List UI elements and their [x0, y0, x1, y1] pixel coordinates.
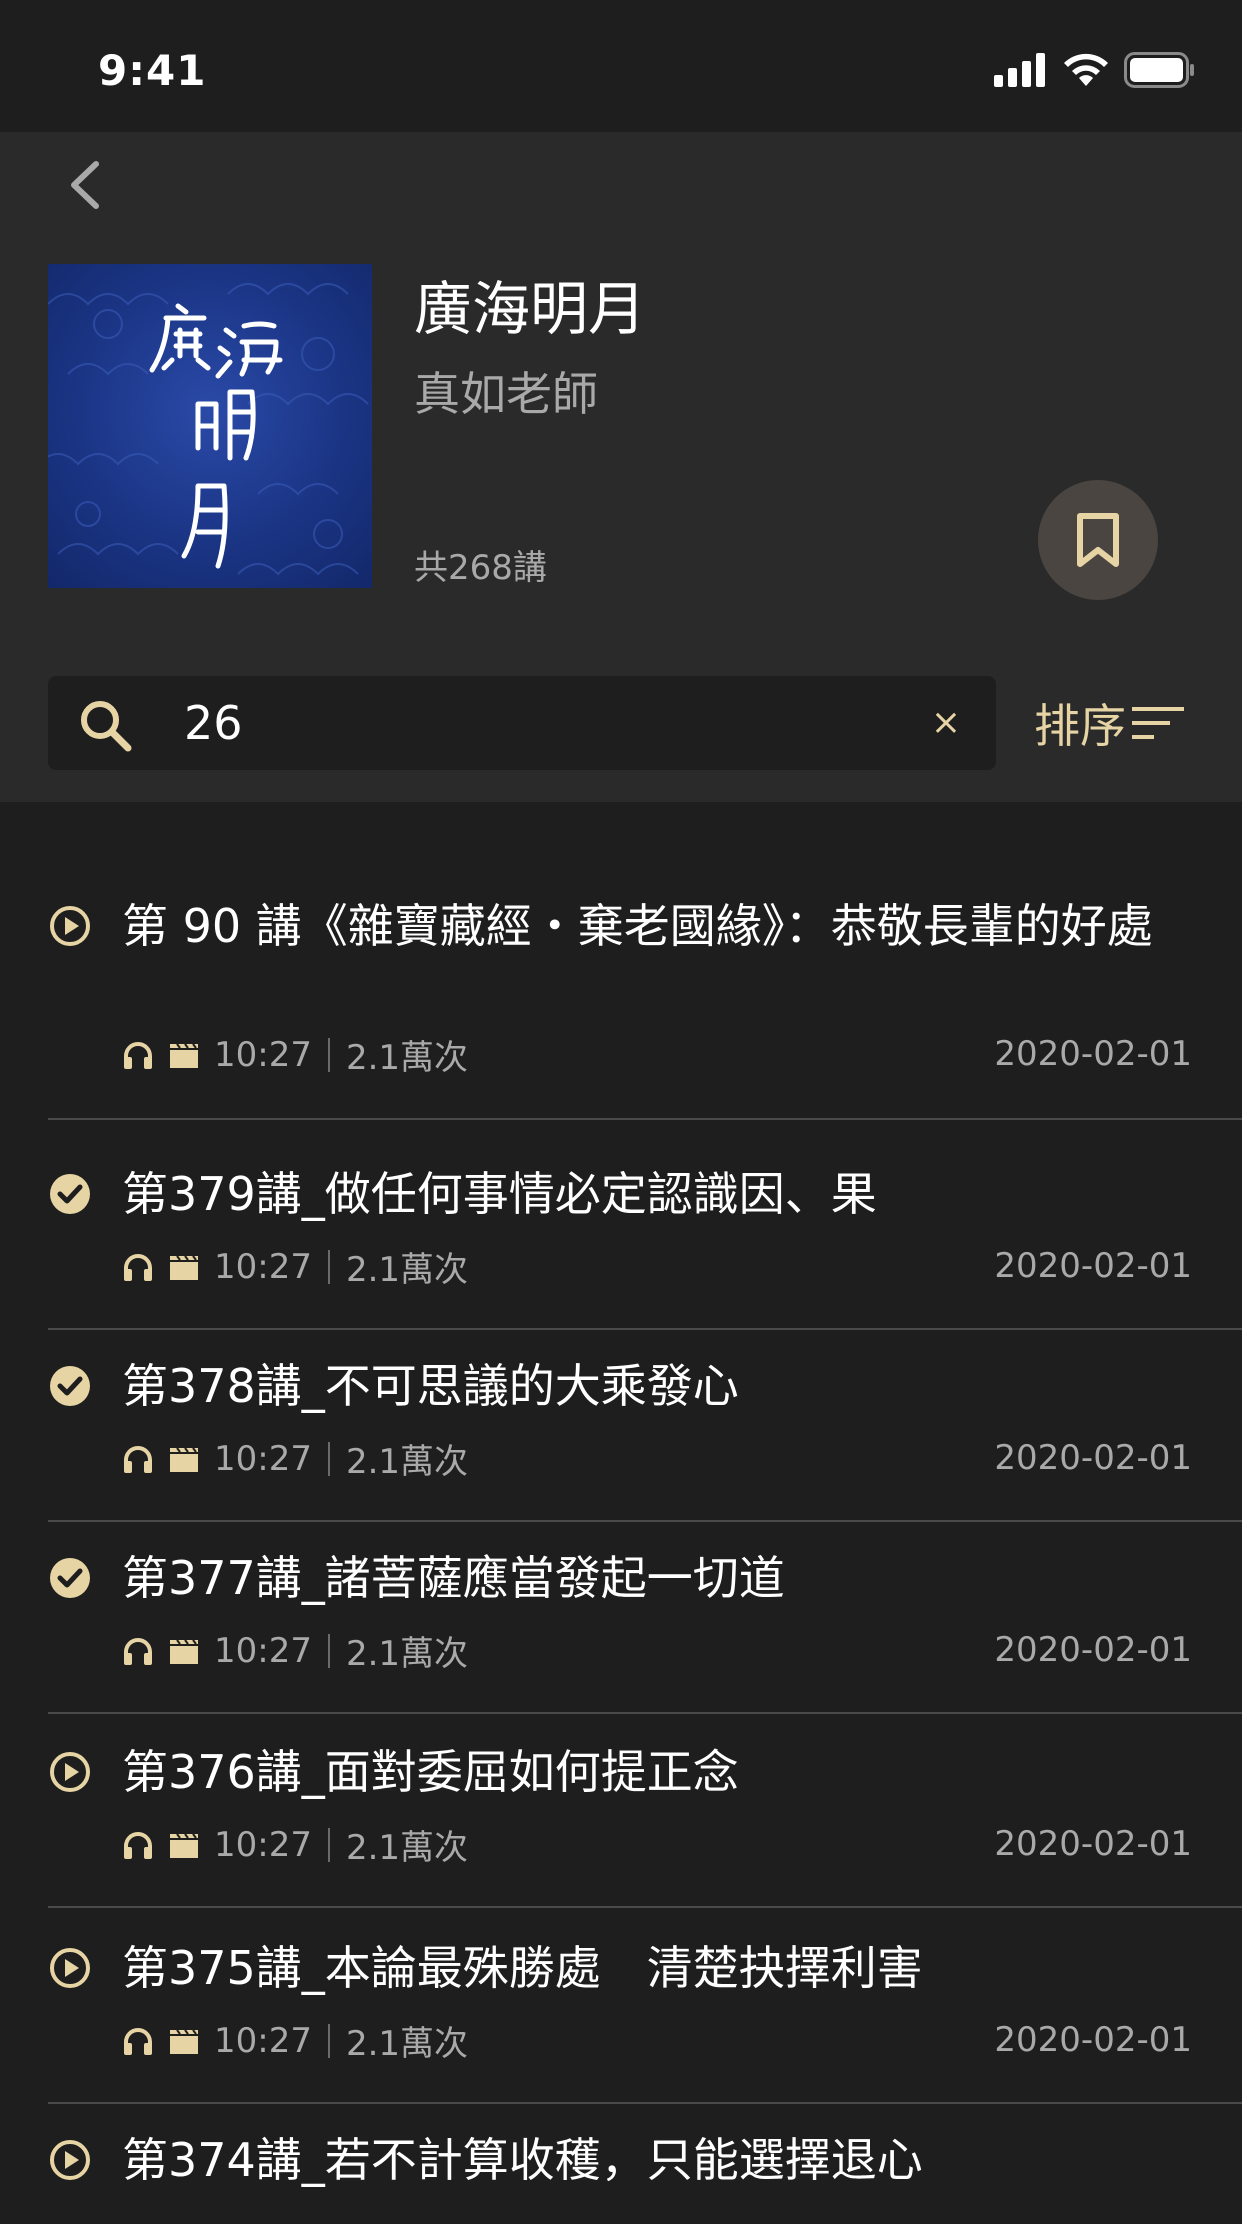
check-circle-icon — [50, 1174, 90, 1214]
meta-divider — [327, 1441, 330, 1476]
album-title: 廣海明月 — [414, 275, 647, 343]
meta-divider — [327, 1037, 330, 1072]
search-input[interactable] — [184, 690, 924, 756]
status-time: 9:41 — [98, 46, 207, 95]
chevron-left-icon — [71, 161, 99, 209]
battery-icon — [1124, 52, 1194, 88]
search-icon — [81, 701, 132, 752]
video-icon — [170, 1832, 198, 1858]
play-circle-icon[interactable] — [48, 904, 92, 948]
headphones-icon — [124, 1637, 152, 1665]
episode-meta: 10:27 2.1萬次 — [122, 1434, 468, 1483]
episode-meta: 10:27 2.1萬次 — [122, 1242, 468, 1291]
bookmark-icon — [1077, 513, 1119, 567]
meta-divider — [327, 1633, 330, 1668]
episode-title: 第378講_不可思議的大乘發心 — [122, 1359, 739, 1413]
meta-divider — [327, 1249, 330, 1284]
episode-item[interactable]: 第376講_面對委屈如何提正念 10:27 2.1萬次 2020-02-01 — [48, 1714, 1242, 1908]
episode-item[interactable]: 第378講_不可思議的大乘發心 10:27 2.1萬次 2020-02-01 — [48, 1330, 1242, 1522]
episode-duration: 10:27 — [214, 1630, 312, 1671]
episode-title: 第379講_做任何事情必定認識因、果 — [122, 1167, 877, 1221]
episode-count: 共268講 — [414, 548, 547, 588]
meta-divider — [327, 1827, 330, 1862]
check-circle-icon — [50, 1366, 90, 1406]
episode-item[interactable]: 第 90 講《雜寶藏經・棄老國緣》：恭敬長輩的好處 10:27 2.1萬次 20… — [48, 890, 1242, 1120]
episode-title: 第376講_面對委屈如何提正念 — [122, 1745, 739, 1799]
episode-date: 2020-02-01 — [994, 1630, 1192, 1670]
cover-calligraphy — [149, 303, 283, 569]
episode-item[interactable]: 第374講_若不計算收穫，只能選擇退心 — [48, 2104, 1242, 2224]
back-button[interactable] — [56, 150, 116, 220]
status-icons — [994, 52, 1196, 88]
play-circle-icon[interactable] — [48, 2138, 92, 2182]
episode-date: 2020-02-01 — [994, 1824, 1192, 1864]
headphones-icon — [124, 1253, 152, 1281]
episode-duration: 10:27 — [214, 1824, 312, 1865]
episode-date: 2020-02-01 — [994, 1438, 1192, 1478]
sort-icon — [1132, 707, 1184, 739]
video-icon — [170, 1638, 198, 1664]
wifi-icon — [1064, 53, 1108, 86]
episode-item[interactable]: 第375講_本論最殊勝處 清楚抉擇利害 10:27 2.1萬次 2020-02-… — [48, 1908, 1242, 2104]
episode-title: 第375講_本論最殊勝處 清楚抉擇利害 — [122, 1941, 923, 1995]
episode-meta: 10:27 2.1萬次 — [122, 2016, 468, 2065]
signal-icon — [994, 53, 1045, 87]
video-icon — [170, 1446, 198, 1472]
episode-plays: 2.1萬次 — [345, 1250, 469, 1290]
episode-duration: 10:27 — [214, 2020, 312, 2061]
headphones-icon — [124, 1831, 152, 1859]
meta-divider — [327, 2023, 330, 2058]
video-icon — [170, 1042, 198, 1068]
episode-duration: 10:27 — [214, 1246, 312, 1287]
bookmark-button[interactable] — [1038, 480, 1158, 600]
episode-plays: 2.1萬次 — [345, 1828, 469, 1868]
sort-label: 排序 — [1034, 699, 1126, 753]
episode-duration: 10:27 — [214, 1438, 312, 1479]
episode-title: 第377講_諸菩薩應當發起一切道 — [122, 1551, 785, 1605]
sort-button[interactable]: 排序 — [1034, 688, 1186, 758]
episode-title: 第 90 講《雜寶藏經・棄老國緣》：恭敬長輩的好處 — [122, 899, 1153, 953]
play-circle-icon[interactable] — [48, 1750, 92, 1794]
clear-search-button[interactable]: × — [922, 694, 970, 752]
episode-date: 2020-02-01 — [994, 1034, 1192, 1074]
episode-duration: 10:27 — [214, 1034, 312, 1075]
episode-plays: 2.1萬次 — [345, 1038, 469, 1078]
check-circle-icon — [50, 1558, 90, 1598]
episode-date: 2020-02-01 — [994, 1246, 1192, 1286]
album-author[interactable]: 真如老師 — [414, 358, 598, 424]
play-circle-icon[interactable] — [48, 1946, 92, 1990]
status-bar: 9:41 — [0, 0, 1242, 132]
album-cover — [48, 264, 372, 588]
episode-meta: 10:27 2.1萬次 — [122, 1626, 468, 1675]
video-icon — [170, 1254, 198, 1280]
episode-meta: 10:27 2.1萬次 — [122, 1030, 468, 1079]
video-icon — [170, 2028, 198, 2054]
episode-plays: 2.1萬次 — [345, 2024, 469, 2064]
episode-meta: 10:27 2.1萬次 — [122, 1820, 468, 1869]
episode-date: 2020-02-01 — [994, 2020, 1192, 2060]
headphones-icon — [124, 1445, 152, 1473]
episode-item[interactable]: 第379講_做任何事情必定認識因、果 10:27 2.1萬次 2020-02-0… — [48, 1120, 1242, 1330]
search-box[interactable] — [48, 676, 996, 770]
episode-plays: 2.1萬次 — [345, 1634, 469, 1674]
episode-item[interactable]: 第377講_諸菩薩應當發起一切道 10:27 2.1萬次 2020-02-01 — [48, 1522, 1242, 1714]
episode-plays: 2.1萬次 — [345, 1442, 469, 1482]
headphones-icon — [124, 2027, 152, 2055]
headphones-icon — [124, 1041, 152, 1069]
episode-title: 第374講_若不計算收穫，只能選擇退心 — [122, 2133, 923, 2187]
